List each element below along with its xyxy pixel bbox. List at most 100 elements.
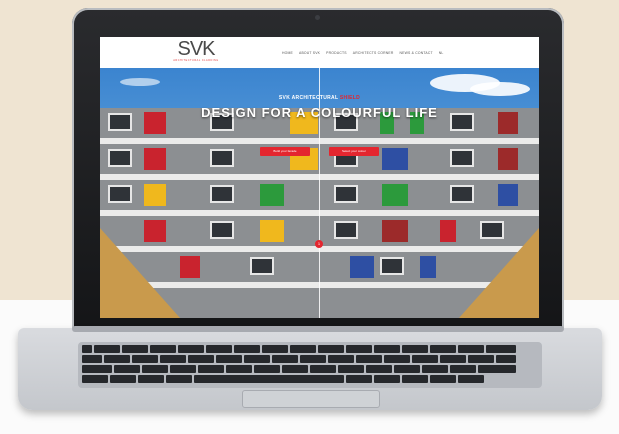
key [110,375,136,383]
site-logo[interactable]: SVK ARCHITECTURAL CLADDING [172,39,220,67]
key [170,365,196,373]
key-row [82,375,484,383]
key [216,355,242,363]
key [422,365,448,373]
window [210,185,234,203]
key [160,355,186,363]
wooden-structure-right [459,228,539,318]
key [430,375,456,383]
select-colour-button[interactable]: Select your colour [329,147,379,156]
color-panel [144,148,166,170]
key [122,345,148,353]
cloud [120,78,160,86]
key [374,345,400,353]
hero-title: DESIGN FOR A COLOURFUL LIFE [201,105,438,120]
cloud [470,82,530,96]
key [262,345,288,353]
nav-item-news-contact[interactable]: NEWS & CONTACT [399,51,432,55]
key [328,355,354,363]
color-panel [260,220,284,242]
trackpad [242,390,380,408]
color-panel [382,148,408,170]
hero-kicker: SVK ARCHITECTURAL SHIELD [100,95,539,101]
main-menu: HOME ABOUT SVK PRODUCTS ARCHITECTS CORNE… [282,50,443,56]
key [290,345,316,353]
key [188,355,214,363]
color-panel [382,220,408,242]
key [346,375,372,383]
key [234,345,260,353]
key [94,345,120,353]
wooden-structure-left [100,228,180,318]
hero-kicker-highlight: SHIELD [339,95,361,101]
spacebar-key [194,375,344,383]
build-facade-button[interactable]: Build your facade [260,147,310,156]
key [166,375,192,383]
key [402,345,428,353]
key [82,345,92,353]
key [458,345,484,353]
key [430,345,456,353]
key [282,365,308,373]
logo-tagline: ARCHITECTURAL CLADDING [173,59,219,62]
key [198,365,224,373]
key [226,365,252,373]
window [334,221,358,239]
key [346,345,372,353]
hero-kicker-brand: SVK [278,95,291,101]
nav-item-language[interactable]: NL [439,51,444,55]
site-header: SVK ARCHITECTURAL CLADDING HOME ABOUT SV… [100,37,539,68]
key [458,375,484,383]
key [496,355,516,363]
key [82,375,108,383]
hero-banner: SVK ARCHITECTURAL SHIELD DESIGN FOR A CO… [100,68,539,318]
key [468,355,494,363]
key [114,365,140,373]
nav-item-home[interactable]: HOME [282,51,293,55]
key [150,345,176,353]
nav-item-architects-corner[interactable]: ARCHITECTS CORNER [353,51,394,55]
key [394,365,420,373]
key [178,345,204,353]
window [250,257,274,275]
compare-slider-handle[interactable]: 1 [315,240,323,248]
hero-kicker-word: ARCHITECTURAL [291,95,339,101]
nav-item-products[interactable]: PRODUCTS [326,51,347,55]
key [478,365,516,373]
color-panel [420,256,436,278]
key [402,375,428,383]
laptop-hinge [72,326,564,332]
color-panel [440,220,456,242]
key [300,355,326,363]
color-panel [144,184,166,206]
key [374,375,400,383]
key [366,365,392,373]
window [450,185,474,203]
window [450,149,474,167]
camera-icon [315,15,320,20]
color-panel [350,256,374,278]
key [412,355,438,363]
key [254,365,280,373]
laptop-lid: SVK ARCHITECTURAL CLADDING HOME ABOUT SV… [72,8,564,335]
window [210,149,234,167]
key [384,355,410,363]
key [132,355,158,363]
color-panel [260,184,284,206]
key [486,345,516,353]
window [380,257,404,275]
key-row [82,355,516,363]
window [334,185,358,203]
key [104,355,130,363]
laptop-base [18,328,602,410]
color-panel [498,184,518,206]
key [356,355,382,363]
nav-item-about[interactable]: ABOUT SVK [299,51,320,55]
logo-mark: SVK [177,38,215,60]
key [82,365,112,373]
window [210,221,234,239]
key [138,375,164,383]
color-panel [180,256,200,278]
key [450,365,476,373]
key-row [82,365,516,373]
